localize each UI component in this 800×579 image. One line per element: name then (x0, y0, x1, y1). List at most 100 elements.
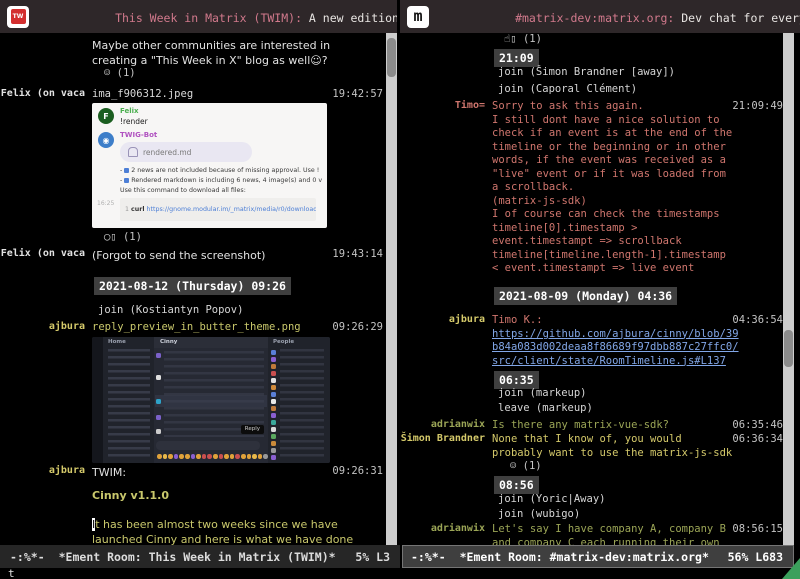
info-icon (124, 168, 129, 173)
reaction-pill[interactable]: ☺ (1) (510, 460, 542, 472)
emacs-frame: TW This Week in Matrix (TWIM): A new edi… (0, 0, 800, 579)
code-url: https://gnome.modular.im/_matrix/media/r… (147, 206, 316, 213)
emoji-dot (263, 454, 268, 459)
sender-nick[interactable]: Šimon Brandner (400, 433, 485, 444)
modeline-position: 56% L683 (728, 550, 783, 564)
message-line: < event.timestampt => live event (492, 262, 694, 276)
member-avatar (271, 371, 276, 376)
member-avatar (271, 385, 276, 390)
join-leave-event: join (Caporal Clément) (498, 83, 637, 97)
reaction-pill[interactable]: ☺ (1) (104, 67, 136, 79)
message-line: check if an event is at the end of the (492, 127, 732, 141)
message-link[interactable]: src/client/state/RoomTimeline.js#L137 (492, 355, 726, 369)
cinny-app-header: Cinny (154, 337, 268, 348)
join-leave-event: leave (markeup) (498, 402, 593, 416)
emoji-dot (258, 454, 263, 459)
sender-nick[interactable]: Timo= (400, 100, 485, 111)
member-avatar (271, 434, 276, 439)
member-avatar (271, 441, 276, 446)
emoji-dot (163, 454, 168, 459)
echo-text: t (8, 567, 15, 579)
sender-nick[interactable]: adrianwix (400, 523, 485, 534)
member-avatar (271, 413, 276, 418)
date-header: 2021-08-12 (Thursday) 09:26 (94, 277, 291, 295)
modeline-flags: -:%*- (10, 550, 45, 564)
member-avatar (271, 448, 276, 453)
scrollbar-thumb-left[interactable] (387, 38, 396, 77)
member-avatar (271, 420, 276, 425)
member-avatar (271, 427, 276, 432)
reaction-pill[interactable]: ☝▯ (1) (504, 33, 542, 45)
message-line: I of course can check the timestamps (492, 208, 720, 222)
attachment-filename: rendered.md (143, 148, 191, 157)
message-line: words, if the event was received as a (492, 154, 726, 168)
timestamp: 19:42:57 (252, 88, 383, 100)
sender-nick[interactable]: Felix (on vaca (0, 248, 85, 259)
date-header: 2021-08-09 (Monday) 04:36 (494, 287, 677, 305)
sender-nick[interactable]: ajbura (400, 314, 485, 325)
sender-nick[interactable]: Felix (on vaca (0, 88, 85, 99)
message-line: ima_f906312.jpeg (92, 88, 193, 102)
join-leave-event: join (Šimon Brandner [away]) (498, 66, 675, 80)
sender-name: Felix (120, 107, 139, 115)
members-title: People (268, 337, 330, 347)
member-avatar (271, 378, 276, 383)
message-line: probably want to use the matrix-js-sdk (492, 447, 732, 461)
timestamp: 21:09:49 (652, 100, 783, 112)
message-line: timeline[timeline.length-1].timestamp (492, 249, 726, 263)
emoji-dot (185, 454, 190, 459)
member-avatar (271, 392, 276, 397)
cinny-message-input (156, 441, 260, 450)
message-time: 16:25 (97, 200, 114, 207)
sender-nick[interactable]: ajbura (0, 321, 85, 332)
emoji-dot (241, 454, 246, 459)
message-line: Timo K.: (492, 314, 543, 328)
message-line: TWIM: (92, 465, 126, 480)
message-avatar (156, 353, 161, 358)
timestamp: 06:36:34 (652, 433, 783, 445)
timestamp: 04:36:54 (652, 314, 783, 326)
emoji-dot (202, 454, 207, 459)
timestamp: 08:56:15 (652, 523, 783, 535)
corner-grip-icon (782, 558, 800, 579)
message-line: and company C each running their own (492, 537, 720, 546)
reaction-pill[interactable]: ◯▯ (1) (104, 231, 142, 243)
sender-name: TWIG-Bot (120, 131, 157, 139)
window-twim-room: TW This Week in Matrix (TWIM): A new edi… (0, 0, 397, 545)
twig-bot-avatar: ◉ (98, 132, 114, 148)
cinny-room-sidebar: Home (103, 337, 154, 463)
info-icon (124, 178, 129, 183)
code-block: 1 curl https://gnome.modular.im/_matrix/… (120, 198, 316, 221)
members-placeholder (280, 349, 324, 457)
room-list-placeholder (108, 349, 150, 457)
scrollbar-left[interactable] (386, 33, 397, 545)
message-line: a scrollback. (492, 181, 574, 195)
message-link[interactable]: https://github.com/ajbura/cinny/blob/39 (492, 328, 739, 342)
felix-avatar: F (98, 108, 114, 124)
message-line: Sorry to ask this again. (492, 100, 644, 114)
message-link[interactable]: b84a083d002deaa8f86689f97dbb887c27ffc0/ (492, 341, 739, 355)
emoji-dot (230, 454, 235, 459)
attachment-image-rendered-md-screenshot[interactable]: F Felix !render ◉ TWIG-Bot rendered.md -… (92, 103, 327, 228)
message-line: Is there any matrix-vue-sdk? (492, 419, 669, 433)
emoji-dot (174, 454, 179, 459)
timestamp: 09:26:29 (252, 321, 383, 333)
member-avatar (271, 399, 276, 404)
message-line: (Forgot to send the screenshot) (92, 248, 265, 263)
emoji-dot (207, 454, 212, 459)
message-line: Maybe other communities are interested i… (92, 38, 330, 53)
emoji-dot (224, 454, 229, 459)
scrollbar-thumb-right[interactable] (784, 330, 793, 367)
sender-nick[interactable]: adrianwix (400, 419, 485, 430)
message-line: I still dont have a nice solution to (492, 114, 720, 128)
scrollbar-right[interactable] (783, 33, 794, 545)
modeline-matrix-dev: -:%*- *Ement Room: #matrix-dev:matrix.or… (402, 545, 794, 568)
info-line: -Rendered markdown is including 6 news, … (120, 177, 322, 184)
attachment-image-cinny-screenshot[interactable]: Home Cinny Reply People (92, 337, 330, 463)
message-line: (matrix-js-sdk) (492, 195, 587, 209)
sender-nick[interactable]: ajbura (0, 465, 85, 476)
modeline-buffer-name: *Ement Room: This Week in Matrix (TWIM)* (59, 550, 336, 564)
member-avatar (271, 350, 276, 355)
minibuffer-echo-area[interactable]: t (0, 568, 800, 579)
modeline-buffer-name: *Ement Room: #matrix-dev:matrix.org* (460, 550, 709, 564)
